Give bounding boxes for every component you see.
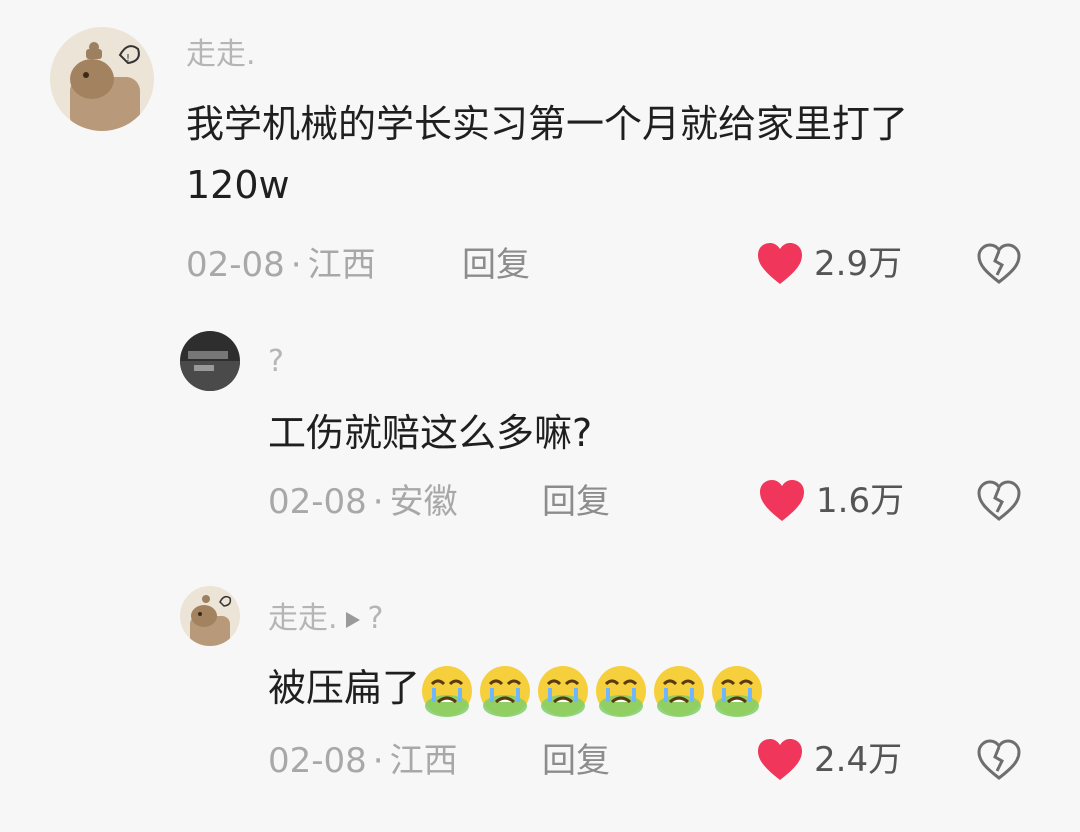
reply-button[interactable]: 回复 (462, 248, 530, 282)
comment-text-line: 我学机械的学长实习第一个月就给家里打了 (186, 102, 909, 146)
heart-icon (760, 480, 804, 521)
comment-location: 江西 (307, 245, 376, 285)
username-line: 走走.? (268, 604, 383, 634)
broken-heart-icon (977, 480, 1021, 521)
crying-face-emoji (712, 665, 763, 717)
comment-date: 02-08 (186, 245, 285, 285)
svg-text:!: ! (126, 53, 130, 64)
comment-meta: 02-08 · 江西 (186, 248, 376, 282)
broken-heart-icon (977, 243, 1021, 284)
emoji-row (420, 665, 768, 717)
reply-to-username[interactable]: ? (368, 601, 384, 636)
heart-icon (758, 739, 802, 780)
comment-location: 江西 (389, 741, 458, 781)
comment-text-line: 120w (186, 162, 290, 207)
crying-face-emoji (538, 665, 589, 717)
comment-meta: 02-08 · 安徽 (268, 485, 458, 519)
comment-location: 安徽 (389, 482, 458, 522)
like-button[interactable]: 2.4万 (756, 738, 902, 782)
username[interactable]: 走走. (186, 40, 256, 70)
separator: · (372, 482, 384, 522)
reply-button[interactable]: 回复 (542, 744, 610, 778)
username[interactable]: 走走. (268, 601, 338, 636)
comment-meta: 02-08 · 江西 (268, 744, 458, 778)
user-avatar[interactable] (180, 586, 240, 646)
like-count: 2.4万 (814, 740, 903, 780)
separator: · (372, 741, 384, 781)
comment-date: 02-08 (268, 482, 367, 522)
comment-text: 被压扁了 (268, 658, 768, 719)
crying-face-emoji (596, 665, 647, 717)
reply-arrow-icon (345, 611, 360, 628)
like-count: 2.9万 (814, 244, 903, 284)
username[interactable]: ? (268, 347, 284, 377)
dislike-button[interactable] (976, 739, 1022, 785)
separator: · (290, 245, 302, 285)
crying-face-emoji (480, 665, 531, 717)
comment-date: 02-08 (268, 741, 367, 781)
broken-heart-icon (977, 739, 1021, 780)
like-count: 1.6万 (816, 481, 905, 521)
heart-icon (758, 243, 802, 284)
crying-face-emoji (422, 665, 473, 717)
user-avatar[interactable] (180, 331, 240, 391)
reply-button[interactable]: 回复 (542, 485, 610, 519)
user-avatar[interactable]: ! (50, 27, 154, 131)
comment-text-body: 被压扁了 (268, 666, 421, 710)
capybara-avatar-icon (180, 586, 240, 646)
dark-photo-avatar-icon (180, 331, 240, 391)
comment-text: 工伤就赔这么多嘛? (268, 411, 593, 455)
comment-text: 我学机械的学长实习第一个月就给家里打了 120w (186, 94, 908, 216)
dislike-button[interactable] (976, 243, 1022, 289)
like-button[interactable]: 2.9万 (756, 242, 902, 286)
like-button[interactable]: 1.6万 (758, 479, 904, 523)
capybara-avatar-icon: ! (50, 27, 154, 131)
crying-face-emoji (654, 665, 705, 717)
dislike-button[interactable] (976, 480, 1022, 526)
